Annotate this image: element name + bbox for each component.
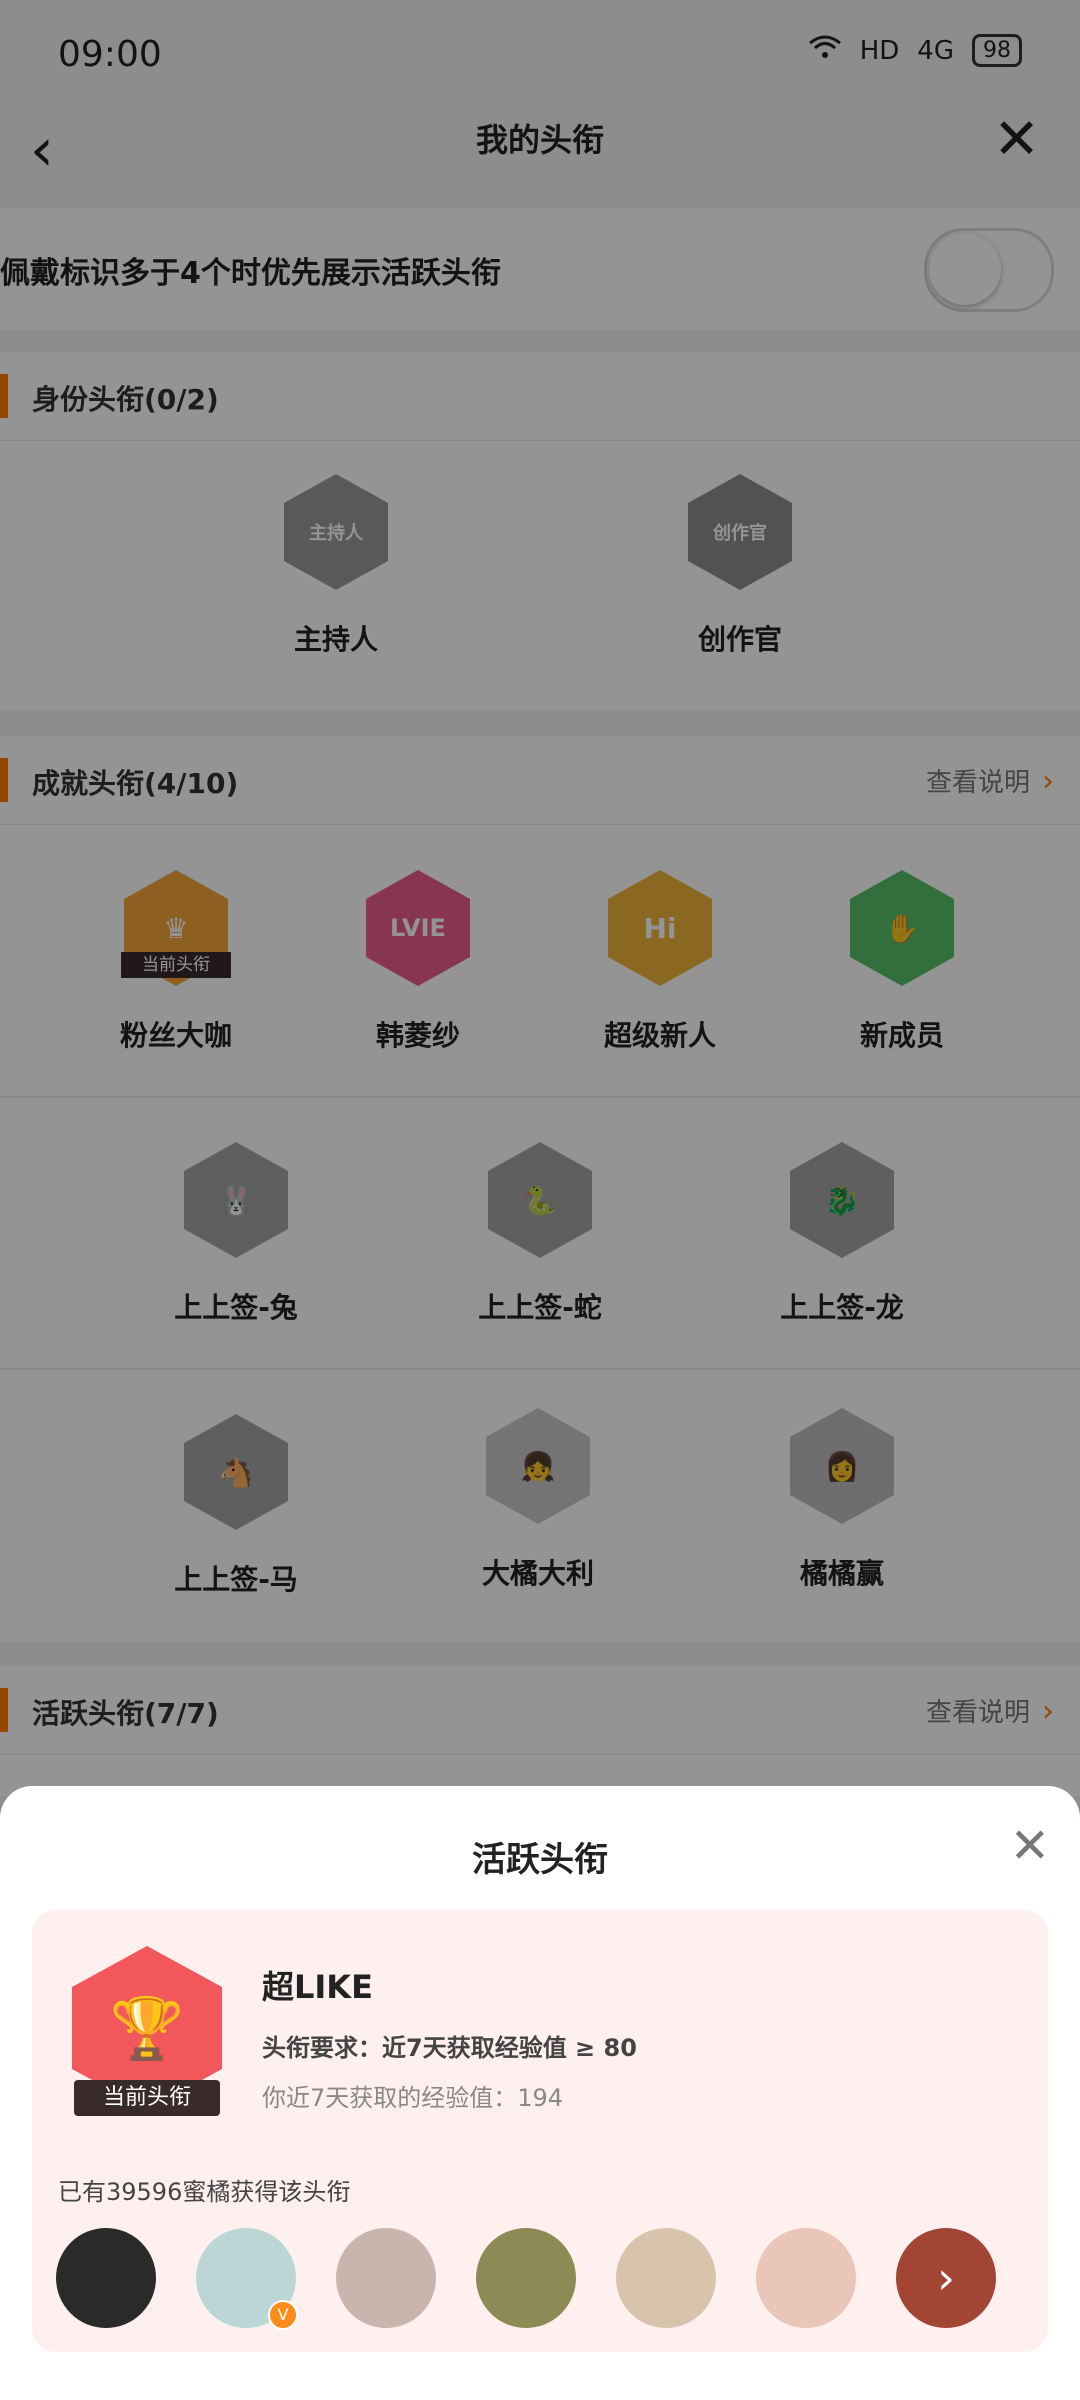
my-experience: 你近7天获取的经验值：194 bbox=[262, 2084, 564, 2112]
holder-count: 已有39596蜜橘获得该头衔 bbox=[58, 2178, 351, 2206]
title-detail-card: 🏆 当前头衔 超LIKE 头衔要求：近7天获取经验值 ≥ 80 你近7天获取的经… bbox=[32, 1910, 1048, 2352]
sheet-title: 活跃头衔 bbox=[472, 1840, 608, 1880]
avatar[interactable] bbox=[476, 2228, 576, 2328]
badge-name: 超LIKE bbox=[262, 1968, 373, 2006]
chevron-right-icon: › bbox=[937, 2252, 955, 2304]
avatar[interactable] bbox=[756, 2228, 856, 2328]
current-tag: 当前头衔 bbox=[74, 2080, 220, 2116]
avatar[interactable]: V bbox=[196, 2228, 298, 2330]
avatar[interactable] bbox=[336, 2228, 436, 2328]
verified-icon: V bbox=[268, 2300, 298, 2330]
more-avatars-button[interactable]: › bbox=[896, 2228, 996, 2328]
avatar[interactable] bbox=[616, 2228, 716, 2328]
close-icon[interactable]: ✕ bbox=[1010, 1822, 1050, 1870]
active-title-sheet: 活跃头衔 ✕ 🏆 当前头衔 超LIKE 头衔要求：近7天获取经验值 ≥ 80 你… bbox=[0, 1786, 1080, 2400]
holder-avatars: V › bbox=[56, 2228, 1036, 2332]
avatar[interactable] bbox=[56, 2228, 156, 2328]
badge-requirement: 头衔要求：近7天获取经验值 ≥ 80 bbox=[262, 2034, 637, 2062]
